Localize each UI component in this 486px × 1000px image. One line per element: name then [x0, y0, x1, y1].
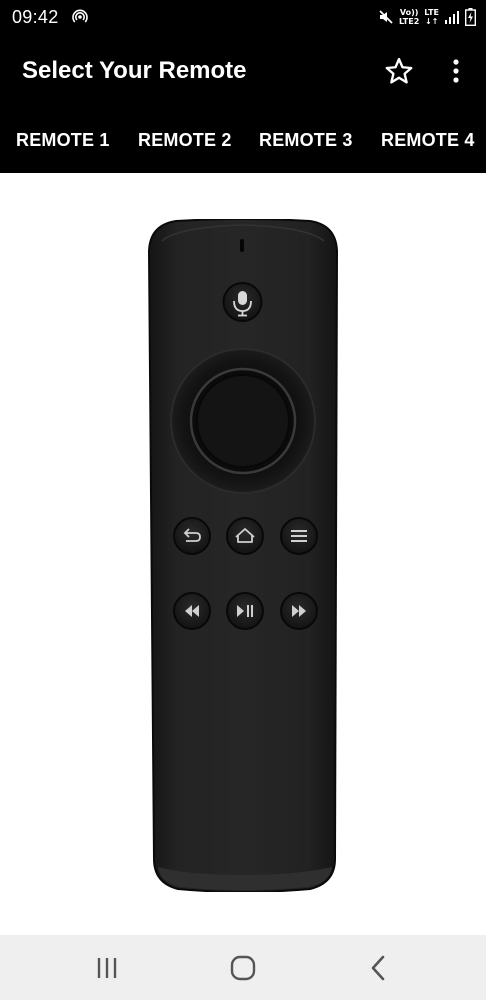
recent-apps-icon[interactable] [92, 953, 122, 983]
remote-view [0, 173, 486, 935]
lte2-label: LTE2 [399, 17, 420, 26]
more-vert-icon[interactable] [444, 56, 468, 86]
status-time: 09:42 [12, 7, 59, 27]
play-pause-button[interactable] [226, 592, 264, 630]
lte-label: LTE [424, 8, 439, 17]
volte-label: Vo)) [399, 8, 419, 17]
page-title: Select Your Remote [22, 57, 247, 84]
led-indicator [240, 239, 244, 252]
tab-remote-1[interactable]: REMOTE 1 [16, 130, 110, 151]
battery-icon [465, 8, 476, 26]
rewind-button[interactable] [173, 592, 211, 630]
volte-indicator: Vo)) LTE2 [399, 8, 419, 26]
signal-icon [445, 11, 459, 24]
tab-remote-2[interactable]: REMOTE 2 [138, 130, 232, 151]
hotspot-icon [72, 9, 88, 23]
status-icons: Vo)) LTE2 LTE ↓↑ [378, 6, 476, 28]
select-button[interactable] [196, 374, 290, 468]
fast-forward-button[interactable] [280, 592, 318, 630]
system-nav-bar [0, 935, 486, 1000]
mute-icon [379, 10, 393, 24]
lte-indicator: LTE ↓↑ [424, 8, 439, 26]
home-button[interactable] [226, 517, 264, 555]
tab-remote-4[interactable]: REMOTE 4 [381, 130, 475, 151]
app-bar: Select Your Remote [0, 34, 486, 110]
home-nav-icon[interactable] [228, 953, 258, 983]
status-bar: 09:42 Vo)) LTE2 LTE ↓↑ [0, 0, 486, 34]
remote-image [148, 219, 338, 892]
data-arrows-icon: ↓↑ [424, 17, 439, 26]
mic-button[interactable] [222, 282, 263, 322]
tab-remote-3[interactable]: REMOTE 3 [259, 130, 353, 151]
back-button[interactable] [173, 517, 211, 555]
remote-tabs: REMOTE 1 REMOTE 2 REMOTE 3 REMOTE 4 [0, 110, 486, 173]
star-icon[interactable] [384, 56, 414, 86]
menu-button[interactable] [280, 517, 318, 555]
back-nav-icon[interactable] [364, 953, 394, 983]
